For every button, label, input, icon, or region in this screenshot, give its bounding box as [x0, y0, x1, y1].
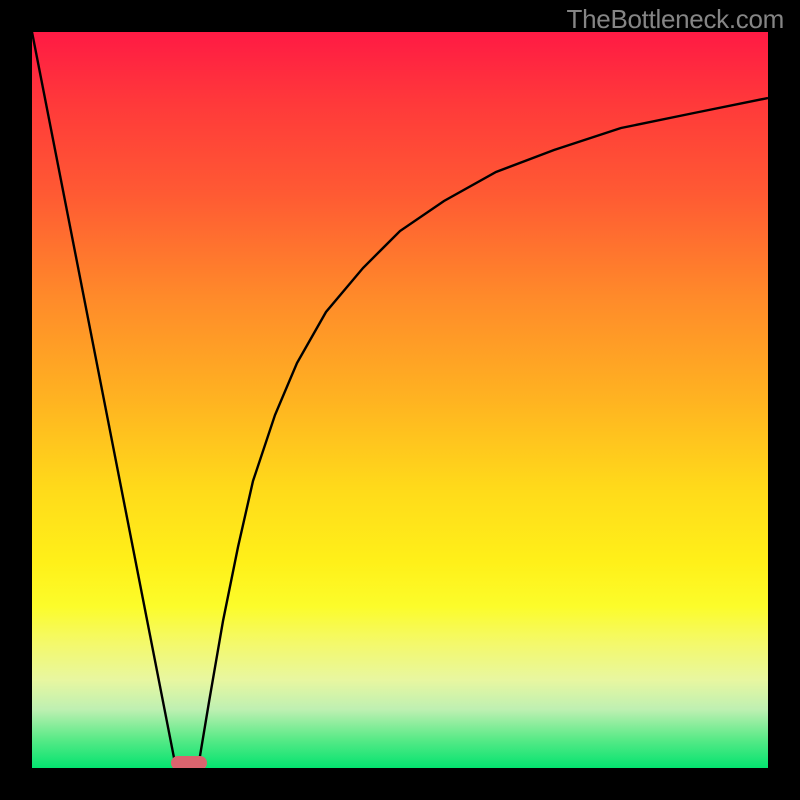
chart-frame: TheBottleneck.com [0, 0, 800, 800]
left-branch-line [32, 32, 176, 768]
watermark-text: TheBottleneck.com [567, 4, 784, 35]
curve-layer [32, 32, 768, 768]
bottleneck-marker [171, 756, 207, 768]
right-branch-line [198, 98, 768, 768]
plot-area [32, 32, 768, 768]
